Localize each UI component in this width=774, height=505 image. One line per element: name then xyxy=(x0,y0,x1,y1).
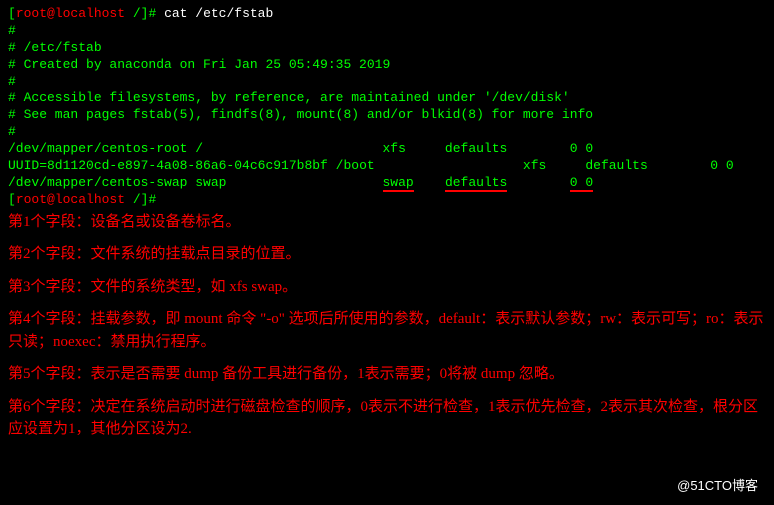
fstab-entry: /dev/mapper/centos-root / xfs defaults 0… xyxy=(8,141,766,158)
annotation-field-1: 第1个字段：设备名或设备卷标名。 xyxy=(8,211,766,234)
device: UUID=8d1120cd-e897-4a08-86a6-04c6c917b8b… xyxy=(8,158,328,173)
prompt-user: root@localhost xyxy=(16,192,125,207)
bracket-close: ]# xyxy=(141,192,157,207)
bracket-open: [ xyxy=(8,6,16,21)
prompt-line[interactable]: [root@localhost /]# xyxy=(8,192,766,209)
fstab-comment: # xyxy=(8,74,766,91)
annotations: 第1个字段：设备名或设备卷标名。 第2个字段：文件系统的挂载点目录的位置。 第3… xyxy=(8,211,766,441)
prompt-line[interactable]: [root@localhost /]# cat /etc/fstab xyxy=(8,6,766,23)
options: defaults xyxy=(445,175,507,192)
prompt-user: root@localhost xyxy=(16,6,125,21)
fstab-comment: # Created by anaconda on Fri Jan 25 05:4… xyxy=(8,57,766,74)
prompt-path: / xyxy=(125,6,141,21)
type: xfs xyxy=(383,141,406,156)
fstab-comment: # Accessible filesystems, by reference, … xyxy=(8,90,766,107)
mount: swap xyxy=(195,175,226,190)
dump: 0 xyxy=(710,158,718,173)
command-text: cat /etc/fstab xyxy=(164,6,273,21)
options: defaults xyxy=(445,141,507,156)
annotation-field-3: 第3个字段：文件的系统类型，如 xfs swap。 xyxy=(8,276,766,299)
mount: /boot xyxy=(336,158,375,173)
pass: 0 xyxy=(726,158,734,173)
bracket-close: ]# xyxy=(141,6,157,21)
annotation-field-2: 第2个字段：文件系统的挂载点目录的位置。 xyxy=(8,243,766,266)
fstab-entry: /dev/mapper/centos-swap swap swap defaul… xyxy=(8,175,766,192)
prompt-path: / xyxy=(125,192,141,207)
pass: 0 xyxy=(585,141,593,156)
device: /dev/mapper/centos-root xyxy=(8,141,187,156)
fstab-comment: # xyxy=(8,23,766,40)
fstab-comment: # See man pages fstab(5), findfs(8), mou… xyxy=(8,107,766,124)
dump-pass: 0 0 xyxy=(570,175,593,192)
annotation-field-6: 第6个字段：决定在系统启动时进行磁盘检查的顺序，0表示不进行检查，1表示优先检查… xyxy=(8,396,766,441)
fstab-entry: UUID=8d1120cd-e897-4a08-86a6-04c6c917b8b… xyxy=(8,158,766,175)
fstab-comment: # xyxy=(8,124,766,141)
bracket-open: [ xyxy=(8,192,16,207)
type: xfs xyxy=(523,158,546,173)
mount: / xyxy=(195,141,203,156)
watermark: @51CTO博客 xyxy=(677,478,758,495)
annotation-field-4: 第4个字段：挂载参数，即 mount 命令 "-o" 选项后所使用的参数，def… xyxy=(8,308,766,353)
device: /dev/mapper/centos-swap xyxy=(8,175,187,190)
fstab-comment: # /etc/fstab xyxy=(8,40,766,57)
options: defaults xyxy=(585,158,647,173)
dump: 0 xyxy=(570,141,578,156)
terminal-output: [root@localhost /]# cat /etc/fstab # # /… xyxy=(8,6,766,209)
annotation-field-5: 第5个字段：表示是否需要 dump 备份工具进行备份，1表示需要；0将被 dum… xyxy=(8,363,766,386)
type: swap xyxy=(383,175,414,192)
